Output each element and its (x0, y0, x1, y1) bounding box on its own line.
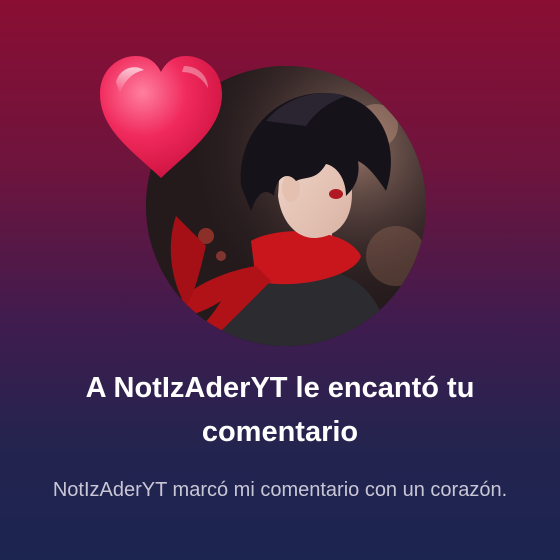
notification-card[interactable]: A NotIzAderYT le encantó tu comentario N… (0, 0, 560, 560)
notification-body: NotIzAderYT marcó mi comentario con un c… (52, 479, 508, 501)
heart-icon (100, 56, 222, 178)
notification-title: A NotIzAderYT le encantó tu comentario (85, 372, 475, 448)
